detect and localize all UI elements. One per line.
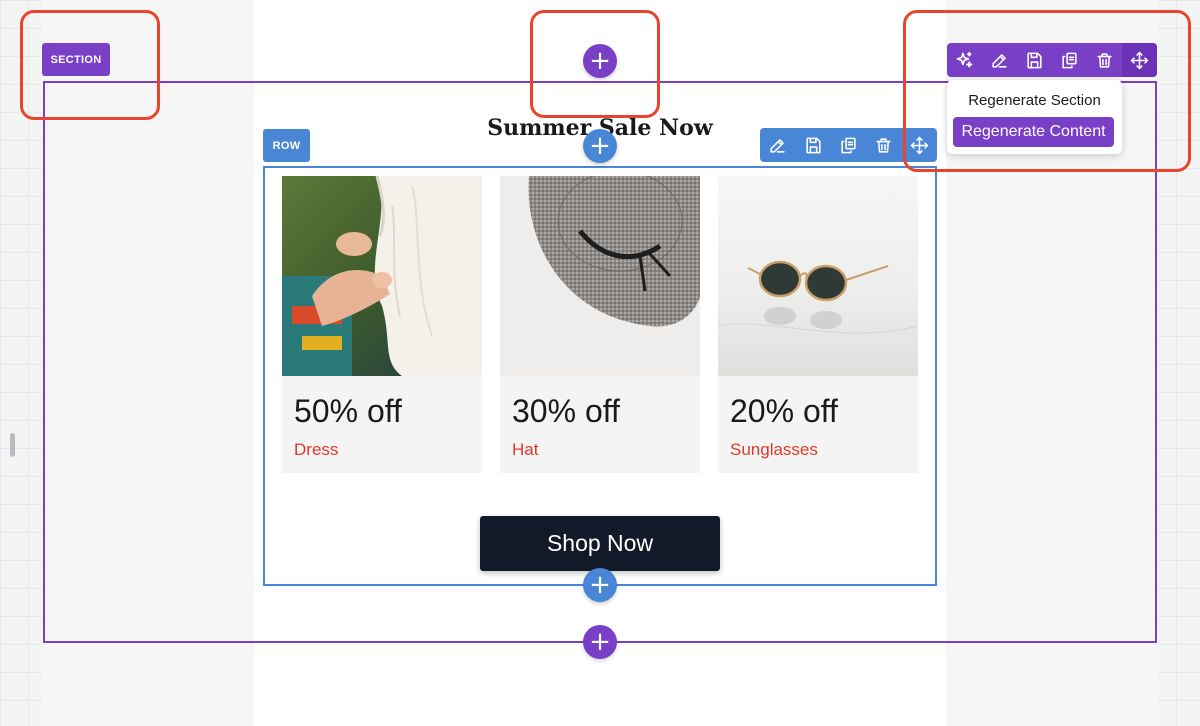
- add-row-below-button[interactable]: +: [583, 568, 617, 602]
- duplicate-row-button[interactable]: [831, 128, 866, 162]
- add-section-below-button[interactable]: +: [583, 625, 617, 659]
- highlight-add-button: [530, 10, 660, 118]
- delete-icon: [876, 137, 892, 153]
- discount-label: 50% off: [294, 393, 402, 429]
- panel-resize-handle[interactable]: [10, 433, 15, 457]
- product-card[interactable]: 50% off Dress: [282, 176, 482, 473]
- product-card[interactable]: 30% off Hat: [500, 176, 700, 473]
- category-label: Dress: [294, 440, 339, 459]
- sunglasses-image: [718, 176, 918, 376]
- shop-now-button[interactable]: Shop Now: [480, 516, 720, 571]
- save-icon: [805, 137, 821, 153]
- duplicate-icon: [841, 137, 856, 153]
- category-label: Hat: [512, 440, 539, 459]
- add-row-above-button[interactable]: +: [583, 129, 617, 163]
- save-row-button[interactable]: [795, 128, 830, 162]
- highlight-section-toolbar: [903, 10, 1191, 172]
- edit-row-button[interactable]: [760, 128, 795, 162]
- category-label: Sunglasses: [730, 440, 818, 459]
- product-card[interactable]: 20% off Sunglasses: [718, 176, 918, 473]
- delete-row-button[interactable]: [866, 128, 901, 162]
- discount-label: 30% off: [512, 393, 620, 429]
- dress-image: [282, 176, 482, 376]
- highlight-section-tag: [20, 10, 160, 120]
- discount-label: 20% off: [730, 393, 838, 429]
- hat-image: [500, 176, 700, 376]
- edit-icon: [770, 138, 785, 153]
